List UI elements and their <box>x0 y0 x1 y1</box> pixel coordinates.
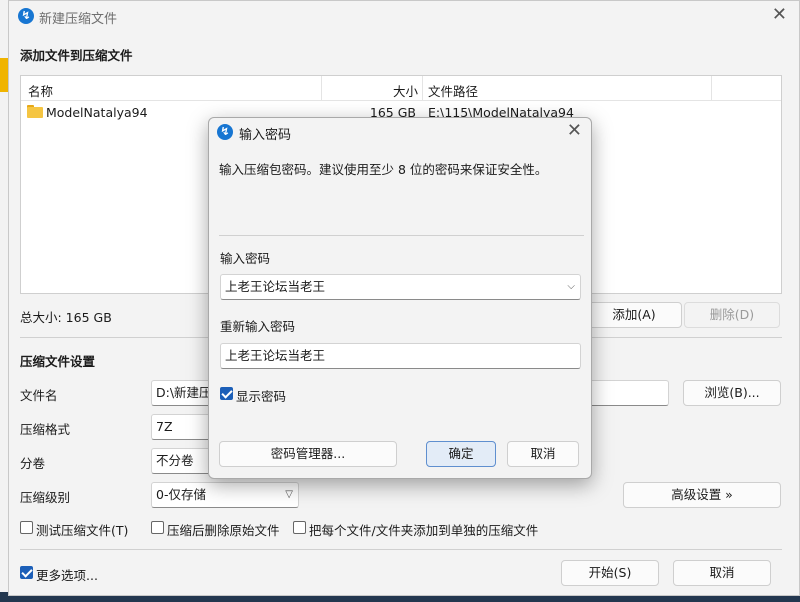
cancel-button[interactable]: 取消 <box>673 560 771 586</box>
delete-after-label[interactable]: 压缩后删除原始文件 <box>167 520 280 539</box>
level-value: 0-仅存储 <box>156 487 206 502</box>
file-list-header: 名称 大小 文件路径 <box>21 76 781 101</box>
ok-button[interactable]: 确定 <box>426 441 496 467</box>
window-title: 新建压缩文件 <box>39 12 118 27</box>
level-label: 压缩级别 <box>20 490 71 505</box>
column-header-size[interactable]: 大小 <box>393 81 418 100</box>
password-dialog: ↯ 输入密码 ✕ 输入压缩包密码。建议使用至少 8 位的密码来保证安全性。 输入… <box>208 117 592 479</box>
column-separator[interactable] <box>422 76 423 101</box>
start-button[interactable]: 开始(S) <box>561 560 659 586</box>
reenter-password-label: 重新输入密码 <box>220 319 296 334</box>
column-separator[interactable] <box>321 76 322 101</box>
test-archive-label[interactable]: 测试压缩文件(T) <box>36 520 128 539</box>
split-label: 分卷 <box>20 456 46 471</box>
background-banner-left <box>0 58 8 92</box>
password-combobox[interactable]: 上老王论坛当老王 ⌵ <box>220 274 581 300</box>
add-button[interactable]: 添加(A) <box>586 302 682 328</box>
format-label: 压缩格式 <box>20 422 71 437</box>
column-header-name[interactable]: 名称 <box>28 81 53 100</box>
divider <box>20 549 782 550</box>
more-options-label[interactable]: 更多选项... <box>36 565 98 584</box>
split-value: 不分卷 <box>156 453 194 468</box>
show-password-label[interactable]: 显示密码 <box>236 386 286 405</box>
password-manager-button[interactable]: 密码管理器... <box>219 441 397 467</box>
divider <box>219 235 584 236</box>
dialog-cancel-button[interactable]: 取消 <box>507 441 579 467</box>
password-label: 输入密码 <box>220 251 271 266</box>
reenter-password-value: 上老王论坛当老王 <box>225 348 326 363</box>
add-files-heading: 添加文件到压缩文件 <box>20 48 133 63</box>
format-value: 7Z <box>156 419 173 434</box>
password-description: 输入压缩包密码。建议使用至少 8 位的密码来保证安全性。 <box>219 162 548 177</box>
titlebar: ↯ 新建压缩文件 ✕ <box>9 1 799 33</box>
password-value: 上老王论坛当老王 <box>225 279 326 294</box>
column-separator[interactable] <box>711 76 712 101</box>
dialog-title: 输入密码 <box>239 128 292 143</box>
show-password-checkbox[interactable] <box>220 387 233 400</box>
close-icon[interactable]: ✕ <box>567 122 582 140</box>
filename-label: 文件名 <box>20 388 58 403</box>
archive-app-icon: ↯ <box>18 8 34 24</box>
chevron-down-icon: ▽ <box>285 489 293 500</box>
separate-archives-label[interactable]: 把每个文件/文件夹添加到单独的压缩文件 <box>309 520 538 539</box>
filename-value: D:\新建压 <box>156 385 212 400</box>
advanced-settings-button[interactable]: 高级设置 » <box>623 482 781 508</box>
archive-settings-heading: 压缩文件设置 <box>20 354 96 369</box>
level-select[interactable]: 0-仅存储 ▽ <box>151 482 299 508</box>
test-archive-checkbox[interactable] <box>20 521 33 534</box>
close-icon[interactable]: ✕ <box>772 6 787 24</box>
delete-after-checkbox[interactable] <box>151 521 164 534</box>
browse-button[interactable]: 浏览(B)... <box>683 380 781 406</box>
delete-button[interactable]: 删除(D) <box>684 302 780 328</box>
reenter-password-input[interactable]: 上老王论坛当老王 <box>220 343 581 369</box>
column-header-path[interactable]: 文件路径 <box>428 81 478 100</box>
separate-archives-checkbox[interactable] <box>293 521 306 534</box>
total-size-label: 总大小: 165 GB <box>20 310 112 325</box>
more-options-checkbox[interactable] <box>20 566 33 579</box>
archive-app-icon: ↯ <box>217 124 233 140</box>
chevron-down-icon[interactable]: ⌵ <box>567 275 575 299</box>
file-name: ModelNatalya94 <box>46 105 148 120</box>
folder-icon <box>27 105 43 118</box>
